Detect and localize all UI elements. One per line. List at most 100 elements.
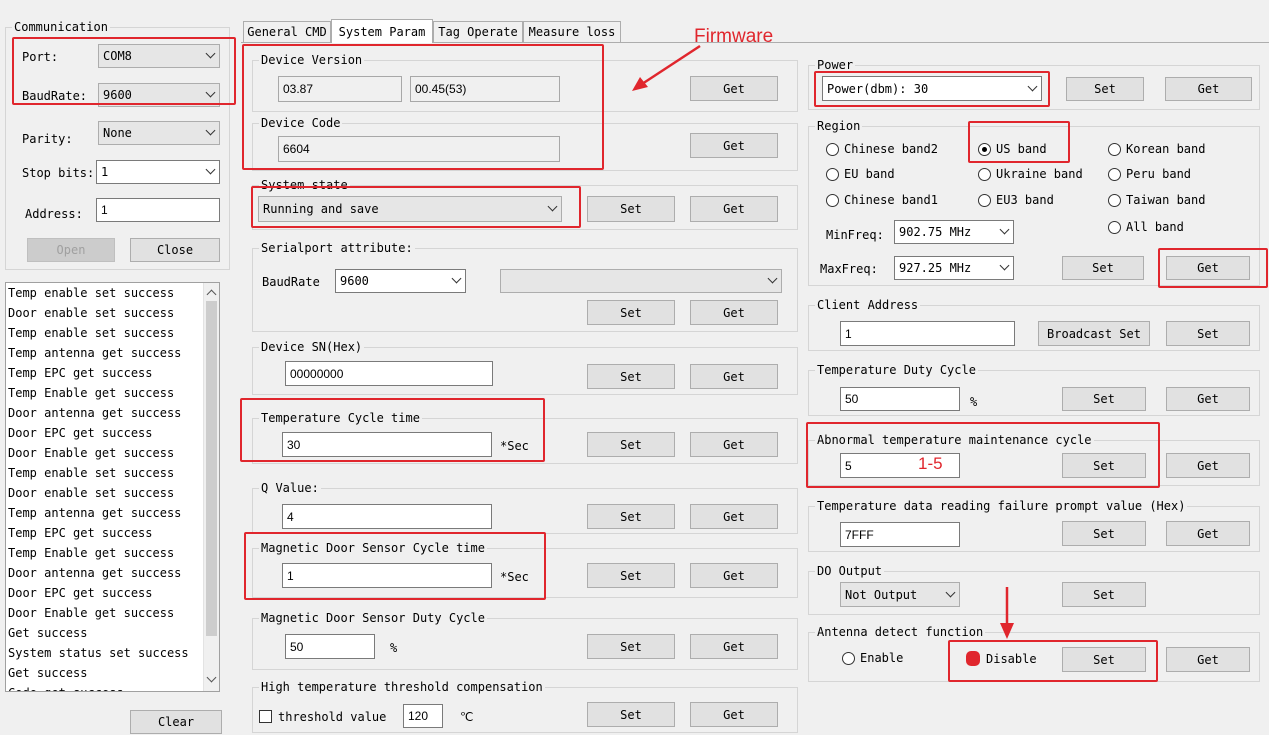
do-output-title: DO Output [815,564,885,578]
radio-circle-icon [826,167,839,181]
log-line: Door Enable get success [8,606,175,620]
maxfreq-select[interactable]: 927.25 MHz [894,256,1014,280]
log-line: Temp enable set success [8,286,175,300]
temp-cycle-set-button[interactable]: Set [587,432,675,457]
region-radio-ukraine-band[interactable]: Ukraine band [978,167,1083,181]
region-radio-eu3-band[interactable]: EU3 band [978,193,1054,207]
tab-tag-operate[interactable]: Tag Operate [433,21,523,42]
threshold-checkbox[interactable] [259,710,272,723]
chevron-down-icon [999,260,1010,271]
log-line: Door EPC get success [8,426,153,440]
high-temp-get-button[interactable]: Get [690,702,778,727]
device-sn-set-button[interactable]: Set [587,364,675,389]
close-button[interactable]: Close [130,238,220,262]
threshold-input[interactable]: 120 [403,704,443,728]
log-line: Temp enable set success [8,466,175,480]
q-value-set-button[interactable]: Set [587,504,675,529]
log-list[interactable]: Temp enable set success Door enable set s… [5,282,220,692]
region-set-button[interactable]: Set [1062,256,1144,280]
temp-fail-value: 7FFF [845,527,874,542]
temp-cycle-input[interactable]: 30 [282,432,492,457]
temp-cycle-get-button[interactable]: Get [690,432,778,457]
client-address-set-button[interactable]: Set [1166,321,1250,346]
broadcast-set-button[interactable]: Broadcast Set [1038,321,1150,346]
abnormal-get-button[interactable]: Get [1166,453,1250,478]
q-value-input[interactable]: 4 [282,504,492,529]
temp-duty-get-button[interactable]: Get [1166,387,1250,411]
minfreq-select[interactable]: 902.75 MHz [894,220,1014,244]
region-radio-peru-band[interactable]: Peru band [1108,167,1191,181]
region-get-button[interactable]: Get [1166,256,1250,280]
antenna-get-button[interactable]: Get [1166,647,1250,672]
temp-fail-get-button[interactable]: Get [1166,521,1250,546]
scroll-up-icon[interactable] [206,289,217,300]
region-radio-all-band[interactable]: All band [1108,220,1184,234]
region-radio-us-band[interactable]: US band [978,142,1047,156]
temp-duty-input[interactable]: 50 [840,387,960,411]
log-scrollbar[interactable] [203,283,219,691]
temp-fail-set-button[interactable]: Set [1062,521,1146,546]
baudrate-select[interactable]: 9600 [98,83,220,107]
scroll-thumb[interactable] [206,301,217,636]
region-radio-taiwan-band[interactable]: Taiwan band [1108,193,1205,207]
chevron-down-icon [205,87,216,98]
device-version-title: Device Version [259,53,365,67]
serialport-other-select[interactable] [500,269,782,293]
port-select[interactable]: COM8 [98,44,220,68]
serialport-get-button[interactable]: Get [690,300,778,325]
antenna-enable-radio[interactable]: Enable [842,651,903,665]
radio-circle-icon [826,142,839,156]
system-state-get-button[interactable]: Get [690,196,778,222]
antenna-set-button[interactable]: Set [1062,647,1146,672]
serialport-set-button[interactable]: Set [587,300,675,325]
open-button[interactable]: Open [27,238,115,262]
door-cycle-input[interactable]: 1 [282,563,492,588]
system-state-value: Running and save [263,202,379,216]
antenna-enable-label: Enable [860,651,904,665]
power-set-button[interactable]: Set [1066,77,1144,101]
clear-button[interactable]: Clear [130,710,222,734]
power-select[interactable]: Power(dbm): 30 [822,76,1042,101]
device-code-get-button[interactable]: Get [690,133,778,158]
device-sn-get-button[interactable]: Get [690,364,778,389]
stopbits-select[interactable]: 1 [96,160,220,184]
region-radio-eu-band[interactable]: EU band [826,167,895,181]
antenna-disable-radio[interactable]: Disable [966,651,1037,666]
log-line: System status set success [8,646,189,660]
door-duty-get-button[interactable]: Get [690,634,778,659]
temp-fail-input[interactable]: 7FFF [840,522,960,547]
address-input[interactable]: 1 [96,198,220,222]
antenna-title: Antenna detect function [815,625,986,639]
region-radio-chinese-band1[interactable]: Chinese band1 [826,193,938,207]
temp-cycle-title: Temperature Cycle time [259,411,422,425]
scroll-down-icon[interactable] [206,672,217,683]
device-sn-input[interactable]: 00000000 [285,361,493,386]
antenna-disable-label: Disable [986,651,1037,666]
system-state-title: System state [259,178,350,192]
do-output-select[interactable]: Not Output [840,582,960,607]
region-radio-korean-band[interactable]: Korean band [1108,142,1205,156]
power-get-button[interactable]: Get [1165,77,1252,101]
door-duty-set-button[interactable]: Set [587,634,675,659]
chevron-down-icon [1027,81,1038,91]
stopbits-label: Stop bits: [22,166,95,180]
disable-arrow-icon [1000,587,1014,639]
door-duty-input[interactable]: 50 [285,634,375,659]
client-address-input[interactable]: 1 [840,321,1015,346]
radio-circle-icon [1108,167,1121,181]
parity-select[interactable]: None [98,121,220,145]
tab-general-cmd[interactable]: General CMD [243,21,331,42]
q-value-get-button[interactable]: Get [690,504,778,529]
abnormal-set-button[interactable]: Set [1062,453,1146,478]
system-state-set-button[interactable]: Set [587,196,675,222]
door-cycle-set-button[interactable]: Set [587,563,675,588]
high-temp-set-button[interactable]: Set [587,702,675,727]
region-radio-chinese-band2[interactable]: Chinese band2 [826,142,938,156]
serialport-baudrate-select[interactable]: 9600 [335,269,466,293]
do-output-set-button[interactable]: Set [1062,582,1146,607]
system-state-select[interactable]: Running and save [258,196,562,222]
door-cycle-get-button[interactable]: Get [690,563,778,588]
temp-duty-set-button[interactable]: Set [1062,387,1146,411]
tab-system-param[interactable]: System Param [331,19,433,43]
tab-measure-loss[interactable]: Measure loss [523,21,621,42]
